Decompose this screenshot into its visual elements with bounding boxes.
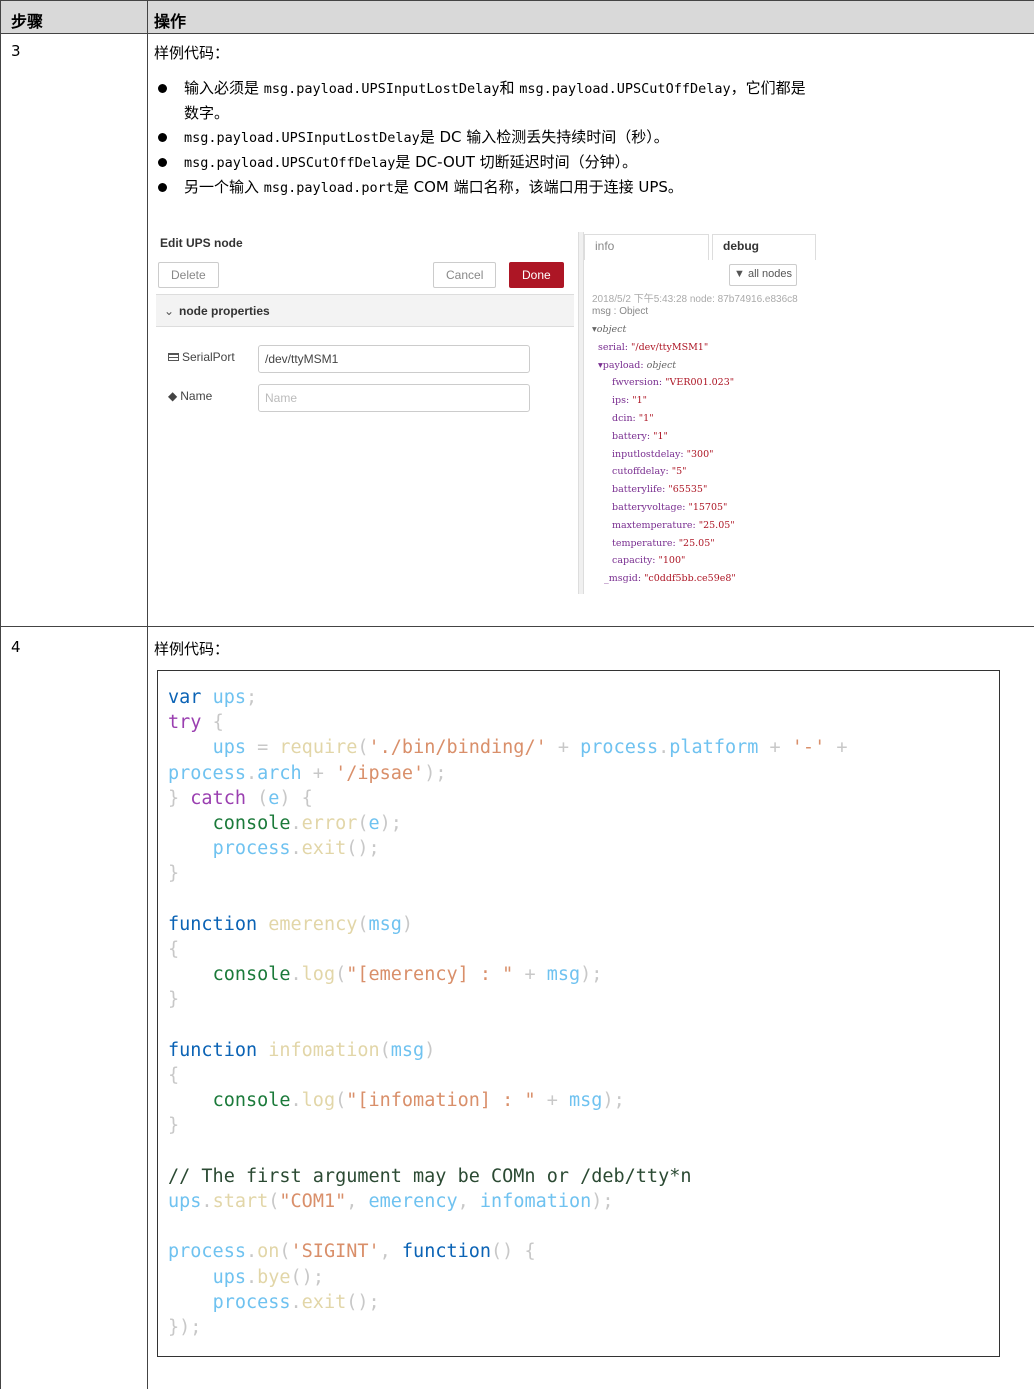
bullet-item: 另一个输入 msg.payload.port是 COM 端口名称，该端口用于连接…	[154, 175, 1024, 200]
serialport-input[interactable]: /dev/ttyMSM1	[258, 345, 530, 373]
edit-node-panel: Edit UPS node Delete Cancel Done ⌄ node …	[156, 232, 574, 594]
debug-line: dcin: "1"	[612, 413, 654, 424]
bullet-continuation: 数字。	[154, 101, 1024, 125]
bullet-dot	[158, 133, 167, 142]
debug-line: serial: "/dev/ttyMSM1"	[598, 341, 709, 353]
code-line: ups = require('./bin/binding/' + process…	[212, 737, 848, 759]
code-line: {	[168, 939, 180, 961]
code-line: function emerency(msg)	[168, 913, 414, 935]
code-term: msg.payload.port	[263, 180, 394, 196]
row-divider	[1, 626, 1034, 627]
code-line: process.exit();	[212, 838, 380, 860]
done-button[interactable]: Done	[509, 262, 564, 288]
code-line: var ups;	[168, 687, 258, 708]
code-line: process.on('SIGINT', function() {	[168, 1241, 536, 1263]
code-line: {	[168, 1065, 180, 1087]
bullet-item: msg.payload.UPSInputLostDelay是 DC 输入检测丢失…	[154, 125, 1024, 150]
debug-line: batteryvoltage: "15705"	[612, 502, 728, 513]
bullet-text: 是 COM 端口名称，该端口用于连接 UPS。	[393, 178, 683, 196]
steps-table: 步骤 操作 3 样例代码： 输入必须是 msg.payload.UPSInput…	[0, 0, 1034, 1389]
debug-line: batterylife: "65535"	[612, 484, 708, 496]
bullet-dot	[158, 183, 167, 192]
bullet-text: 和	[499, 79, 520, 97]
debug-line: fwversion: "VER001.023"	[612, 377, 735, 389]
header-action: 操作	[154, 12, 187, 31]
tab-debug[interactable]: debug	[712, 234, 816, 260]
node-properties-section[interactable]: ⌄ node properties	[156, 295, 574, 327]
code-line: // The first argument may be COMn or /de…	[168, 1165, 692, 1187]
bullet-text: 输入必须是	[184, 79, 264, 97]
code-line: }	[168, 863, 180, 885]
debug-filter-button[interactable]: ▼ all nodes	[729, 264, 797, 286]
code-text: var ups; try { ups = require('./bin/bindi…	[168, 685, 848, 1340]
code-line: try {	[168, 712, 224, 734]
node-red-screenshot: Edit UPS node Delete Cancel Done ⌄ node …	[156, 232, 816, 594]
code-line: ups.bye();	[212, 1266, 324, 1288]
bullet-item: msg.payload.UPSCutOffDelay是 DC-OUT 切断延迟时…	[154, 150, 1024, 175]
bullet-text: 数字。	[184, 104, 230, 122]
code-line: } catch (e) {	[168, 787, 313, 809]
cancel-button[interactable]: Cancel	[433, 262, 497, 288]
header-step: 步骤	[11, 12, 44, 31]
code-line: }	[168, 1115, 180, 1137]
debug-msg-type: msg : Object	[592, 306, 649, 317]
code-term: msg.payload.UPSCutOffDelay	[184, 155, 396, 171]
debug-line: capacity: "100"	[612, 555, 686, 567]
chevron-down-icon: ⌄	[164, 304, 175, 318]
filter-icon: ▼	[734, 268, 745, 280]
code-line: });	[168, 1317, 202, 1339]
code-term: msg.payload.UPSInputLostDelay	[184, 130, 420, 146]
code-block: var ups; try { ups = require('./bin/bindi…	[157, 670, 1000, 1357]
step-3-intro: 样例代码：	[154, 44, 230, 62]
bullet-text: 另一个输入	[184, 178, 264, 196]
code-line: }	[168, 989, 180, 1011]
code-term: msg.payload.UPSCutOffDelay	[519, 81, 731, 97]
name-label: ◆ Name	[168, 389, 213, 403]
bullet-dot	[158, 84, 167, 93]
step-4-intro: 样例代码：	[154, 640, 230, 658]
bullet-text: ，它们都是	[730, 79, 806, 97]
debug-line: inputlostdelay: "300"	[612, 448, 714, 460]
step-number-3: 3	[11, 42, 21, 60]
serial-icon	[168, 353, 179, 361]
delete-button[interactable]: Delete	[158, 262, 219, 288]
debug-line: cutoffdelay: "5"	[612, 466, 687, 478]
name-input[interactable]: Name	[258, 384, 530, 412]
debug-timestamp: 2018/5/2 下午5:43:28 node: 87b74916.e836c8	[592, 294, 798, 305]
debug-line: _msgid: "c0ddf5bb.ce59e8"	[604, 573, 736, 585]
debug-line: ips: "1"	[612, 395, 648, 407]
tab-info[interactable]: info	[584, 234, 709, 260]
debug-line: temperature: "25.05"	[612, 537, 715, 549]
bullet-text: 是 DC-OUT 切断延迟时间（分钟）。	[395, 153, 638, 171]
code-line: function infomation(msg)	[168, 1039, 436, 1061]
code-line: ups.start("COM1", emerency, infomation);	[168, 1191, 614, 1213]
bullet-dot	[158, 158, 167, 167]
debug-line[interactable]: ▾object	[592, 324, 626, 335]
table-header: 步骤 操作	[1, 0, 1034, 34]
code-line: console.log("[emerency] : " + msg);	[212, 964, 603, 986]
debug-line: maxtemperature: "25.05"	[612, 519, 735, 531]
step-3-bullets: 输入必须是 msg.payload.UPSInputLostDelay和 msg…	[154, 76, 1024, 200]
debug-line: battery: "1"	[612, 430, 668, 442]
tag-icon: ◆	[168, 389, 178, 403]
code-line: console.log("[infomation] : " + msg);	[212, 1090, 625, 1112]
serialport-label: SerialPort	[168, 350, 235, 364]
bullet-text: 是 DC 输入检测丢失持续时间（秒）。	[419, 128, 669, 146]
column-divider	[147, 0, 148, 1389]
step-number-4: 4	[11, 638, 21, 656]
section-title: node properties	[179, 304, 270, 318]
code-term: msg.payload.UPSInputLostDelay	[263, 81, 500, 97]
edit-node-title: Edit UPS node	[160, 236, 243, 250]
sidebar-panel: info debug ▼ all nodes 2018/5/2 下午5:43:2…	[584, 232, 816, 594]
bullet-item: 输入必须是 msg.payload.UPSInputLostDelay和 msg…	[154, 76, 1024, 101]
debug-line[interactable]: ▾payload: object	[598, 360, 676, 371]
code-line: process.exit();	[212, 1291, 380, 1313]
code-line: process.arch + '/ipsae');	[168, 762, 447, 784]
code-line: console.error(e);	[212, 813, 402, 835]
